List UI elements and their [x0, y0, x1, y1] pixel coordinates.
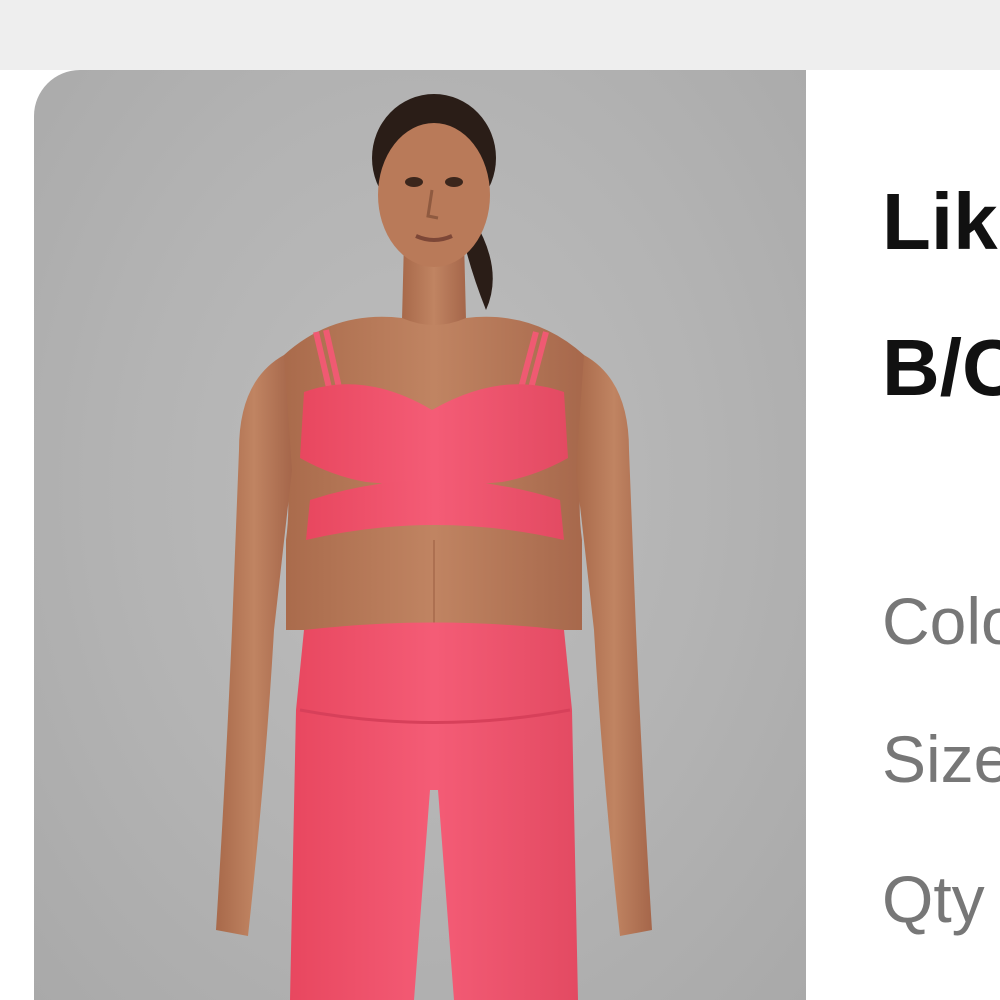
- size-label: Size: [882, 722, 1000, 796]
- product-title-line-1: Lik: [882, 177, 998, 266]
- product-image[interactable]: [34, 70, 806, 1000]
- product-details-panel: Lik B/C Colo Size Qty: [806, 70, 1000, 1000]
- color-label: Colo: [882, 584, 1000, 658]
- qty-label: Qty: [882, 862, 985, 936]
- product-photo-illustration: [216, 94, 652, 1000]
- top-bar: [0, 0, 1000, 70]
- product-title-line-2: B/C: [882, 323, 1000, 412]
